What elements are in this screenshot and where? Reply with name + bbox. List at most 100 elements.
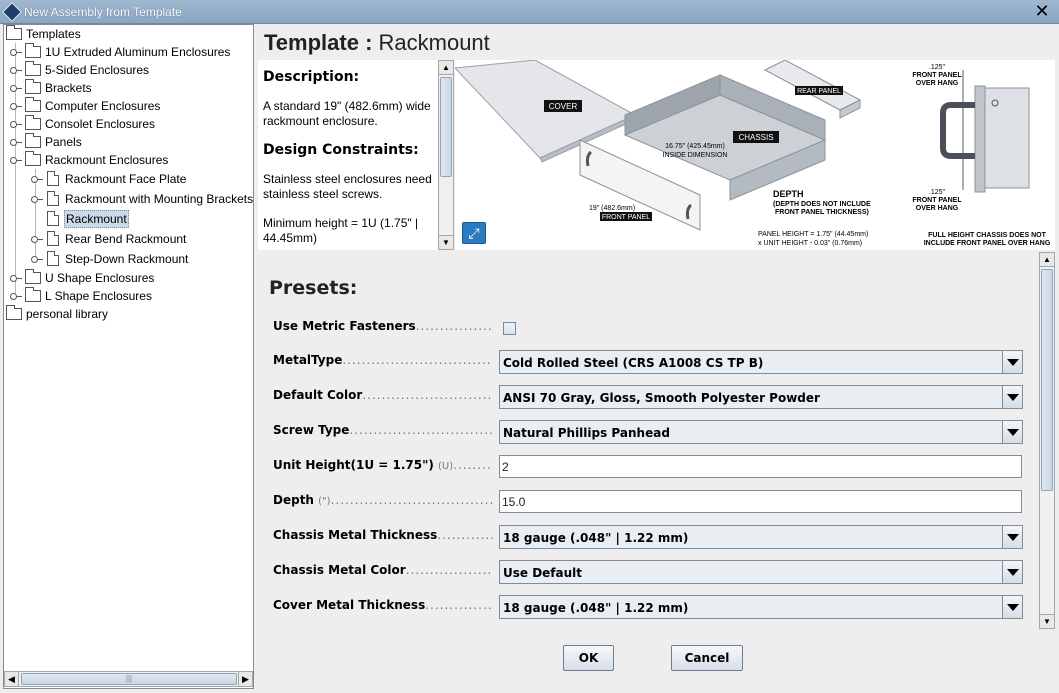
folder-icon: [25, 79, 41, 94]
rear-panel-label: REAR PANEL: [797, 88, 841, 95]
unit-label: ("): [318, 496, 331, 507]
label-text: Unit Height(1U = 1.75"): [273, 458, 434, 472]
tree-item-label: U Shape Enclosures: [45, 271, 155, 285]
tree-item-label: personal library: [26, 307, 109, 321]
presets-title: Presets:: [269, 277, 358, 299]
tree-item-label: L Shape Enclosures: [45, 289, 152, 303]
tree-item-personal-library[interactable]: personal library: [6, 305, 246, 323]
tree-item-consolet[interactable]: Consolet Enclosures: [4, 115, 250, 133]
chevron-down-icon[interactable]: [1002, 526, 1022, 548]
tree-horizontal-scrollbar[interactable]: ◀ ||| ▶: [4, 671, 253, 687]
label-text: Chassis Metal Thickness: [273, 528, 438, 542]
depth-input[interactable]: [499, 490, 1022, 513]
scroll-up-arrow-icon[interactable]: ▲: [1040, 253, 1054, 267]
screw-type-select[interactable]: Natural Phillips Panhead: [499, 420, 1023, 444]
scroll-down-arrow-icon[interactable]: ▼: [439, 235, 453, 249]
chevron-down-icon[interactable]: [1002, 421, 1022, 443]
tree-item-computer[interactable]: Computer Enclosures: [4, 97, 250, 115]
chevron-down-icon[interactable]: [1002, 596, 1022, 618]
scroll-thumb[interactable]: [1041, 269, 1053, 491]
leader-dots: .........................: [453, 458, 493, 472]
folder-icon: [6, 305, 22, 320]
expand-handle-icon[interactable]: [10, 49, 22, 56]
overhang-label: FRONT PANEL: [912, 72, 962, 79]
unit-label: (U): [438, 461, 454, 472]
unit-height-field[interactable]: [500, 456, 1021, 477]
use-metric-checkbox[interactable]: [503, 322, 516, 335]
cancel-button[interactable]: Cancel: [671, 645, 743, 671]
metal-type-select[interactable]: Cold Rolled Steel (CRS A1008 CS TP B): [499, 350, 1023, 374]
description-scrollbar[interactable]: ▲ ▼: [438, 60, 454, 250]
label-text: Default Color: [273, 388, 363, 402]
side-panel-shape: [982, 87, 1030, 189]
tree-item-rackmount-face-plate[interactable]: Rackmount Face Plate: [4, 170, 250, 188]
inside-dim-label: INSIDE DIMENSION: [663, 152, 728, 159]
scroll-thumb[interactable]: [440, 77, 452, 177]
default-color-select[interactable]: ANSI 70 Gray, Gloss, Smooth Polyester Po…: [499, 385, 1023, 409]
leader-dots: ........................................…: [349, 423, 493, 437]
document-icon: [47, 171, 59, 186]
expand-handle-icon[interactable]: [10, 85, 22, 92]
depth-field[interactable]: [500, 491, 1021, 512]
tree-item-u-shape[interactable]: U Shape Enclosures: [4, 269, 250, 287]
leader-dots: ........................................…: [330, 493, 493, 507]
constraints-title: Design Constraints:: [263, 142, 419, 158]
heading-prefix: Template :: [264, 30, 373, 55]
expand-image-icon[interactable]: ⤢: [462, 222, 486, 244]
overhang-label: OVER HANG: [916, 80, 959, 87]
scroll-left-arrow-icon[interactable]: ◀: [5, 672, 19, 686]
folder-icon: [25, 97, 41, 112]
tree-item-rackmount-enclosures[interactable]: Rackmount Enclosures: [4, 151, 250, 169]
expand-handle-icon[interactable]: [10, 275, 22, 282]
scroll-up-arrow-icon[interactable]: ▲: [439, 61, 453, 75]
cover-thickness-select[interactable]: 18 gauge (.048" | 1.22 mm): [499, 595, 1023, 619]
field-label-chassis-thickness: Chassis Metal Thickness.................…: [273, 528, 493, 544]
chassis-color-select[interactable]: Use Default: [499, 560, 1023, 584]
folder-icon: [6, 25, 22, 40]
tree-item-rackmount[interactable]: Rackmount: [4, 210, 250, 228]
handle-detail: [940, 102, 975, 159]
front-width-label: 19" (482.6mm): [589, 205, 635, 212]
expand-handle-icon[interactable]: [10, 67, 22, 74]
expand-handle-icon[interactable]: [10, 139, 22, 146]
scroll-down-arrow-icon[interactable]: ▼: [1040, 614, 1054, 628]
tree-item-label: Templates: [26, 27, 81, 41]
chassis-thickness-select[interactable]: 18 gauge (.048" | 1.22 mm): [499, 525, 1023, 549]
label-text: Depth: [273, 493, 314, 507]
chevron-down-icon[interactable]: [1002, 386, 1022, 408]
expand-handle-icon[interactable]: [10, 103, 22, 110]
presets-scrollbar[interactable]: ▲ ▼: [1039, 252, 1055, 629]
label-text: Cover Metal Thickness: [273, 598, 426, 612]
chevron-down-icon[interactable]: [1002, 561, 1022, 583]
tree-item-rear-bend-rackmount[interactable]: Rear Bend Rackmount: [4, 230, 250, 248]
tree-item-step-down-rackmount[interactable]: Step-Down Rackmount: [4, 250, 250, 268]
folder-icon: [25, 115, 41, 130]
close-icon[interactable]: ✕: [1033, 2, 1051, 20]
expand-handle-icon[interactable]: [10, 293, 22, 300]
tree-root-templates[interactable]: Templates: [6, 25, 246, 43]
leader-dots: ......................: [425, 598, 493, 612]
scroll-thumb[interactable]: |||: [21, 673, 237, 685]
overhang-label: OVER HANG: [916, 205, 959, 212]
expand-handle-icon[interactable]: [10, 121, 22, 128]
chevron-down-icon[interactable]: [1002, 351, 1022, 373]
description-panel: Description: A standard 19" (482.6mm) wi…: [258, 60, 454, 250]
template-tree[interactable]: Templates 1U Extruded Aluminum Enclosure…: [3, 24, 254, 689]
ok-button[interactable]: OK: [563, 645, 614, 671]
field-label-metal-type: MetalType...............................…: [273, 353, 493, 369]
tree-item-1u-extruded[interactable]: 1U Extruded Aluminum Enclosures: [4, 43, 250, 61]
tree-item-brackets[interactable]: Brackets: [4, 79, 250, 97]
folder-icon: [25, 287, 41, 302]
field-label-use-metric: Use Metric Fasteners....................…: [273, 319, 493, 335]
document-icon: [47, 251, 59, 266]
collapse-handle-icon[interactable]: [10, 157, 22, 164]
scroll-right-arrow-icon[interactable]: ▶: [238, 672, 252, 686]
tree-item-5-sided[interactable]: 5-Sided Enclosures: [4, 61, 250, 79]
unit-height-input[interactable]: [499, 455, 1022, 478]
tree-item-l-shape[interactable]: L Shape Enclosures: [4, 287, 250, 305]
document-icon: [47, 231, 59, 246]
folder-icon: [25, 269, 41, 284]
tree-item-rackmount-mounting-brackets[interactable]: Rackmount with Mounting Brackets: [4, 190, 253, 208]
tree-item-panels[interactable]: Panels: [4, 133, 250, 151]
select-value: ANSI 70 Gray, Gloss, Smooth Polyester Po…: [503, 391, 820, 405]
